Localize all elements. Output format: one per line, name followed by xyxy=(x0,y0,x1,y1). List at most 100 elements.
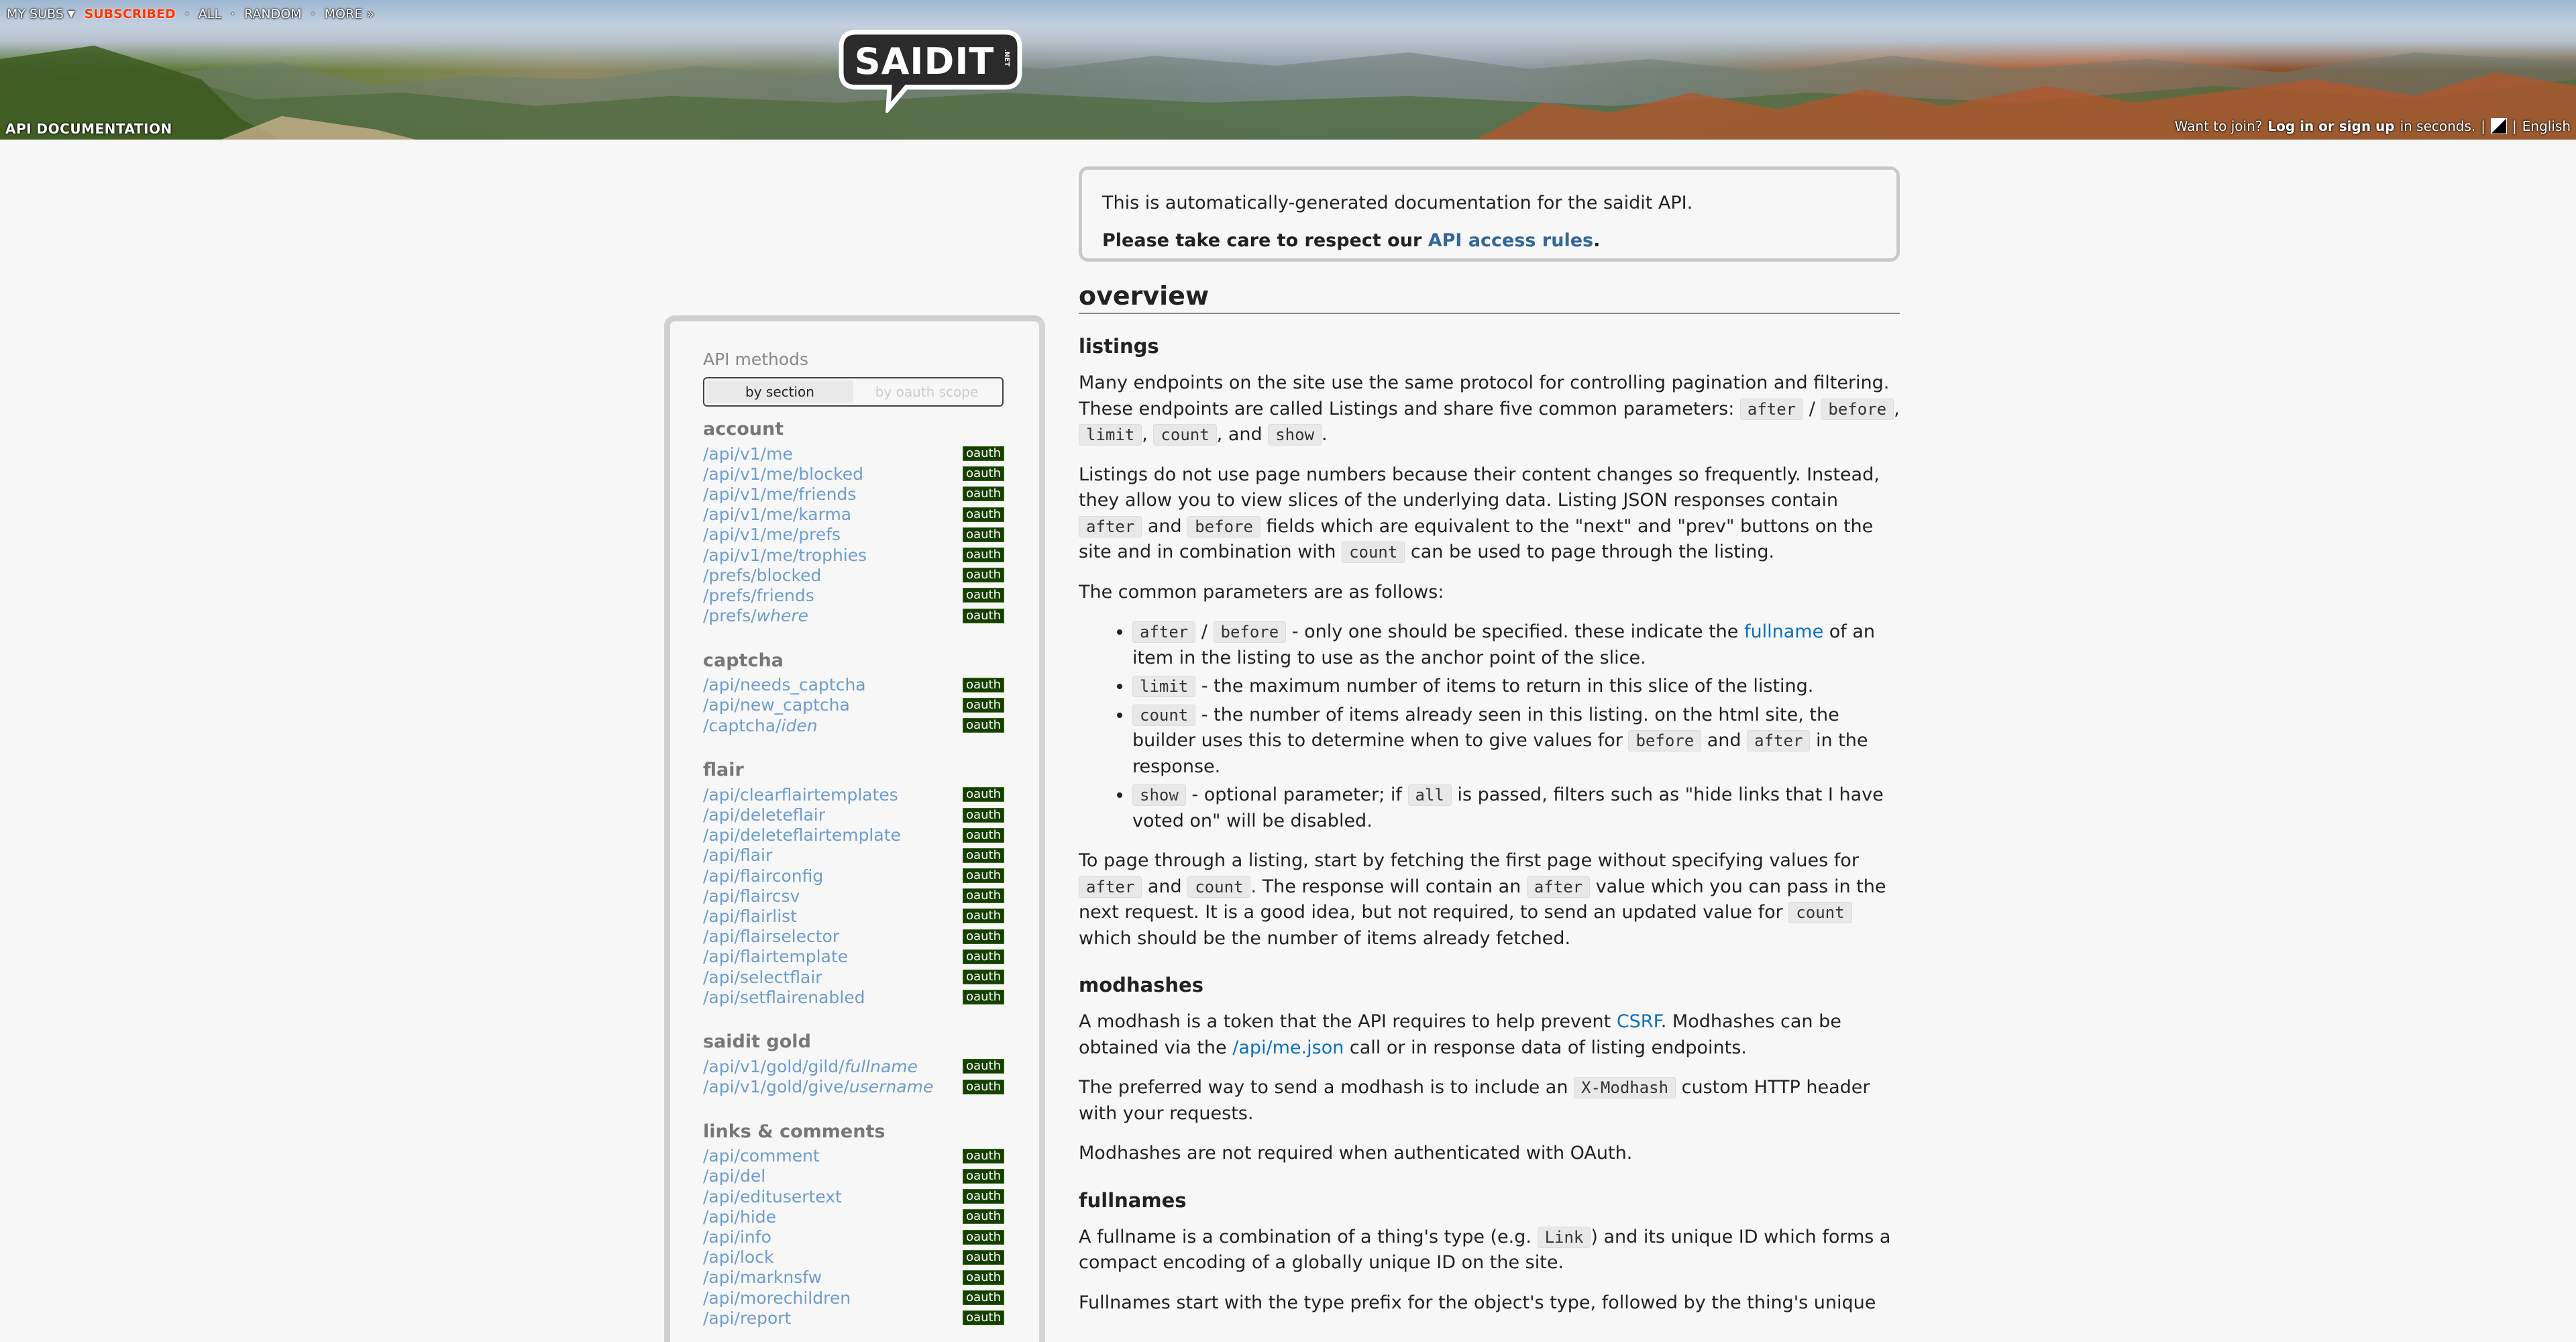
oauth-badge: oauth xyxy=(963,1189,1004,1204)
method-link[interactable]: /api/v1/me xyxy=(703,444,793,464)
method-path: /api/flairconfig xyxy=(703,866,824,886)
saidit-logo[interactable]: SAIDIT .NET xyxy=(836,25,1025,113)
method-row: /prefs/where oauth xyxy=(703,606,1004,626)
method-path: /api/editusertext xyxy=(703,1186,842,1206)
method-link[interactable]: /api/v1/me/friends xyxy=(703,484,856,504)
method-row: /api/comment oauth xyxy=(703,1146,1004,1166)
method-path: /api/v1/gold/gild/ xyxy=(703,1056,845,1076)
by-section-option[interactable]: by section xyxy=(706,380,853,403)
site-header: MY SUBS ▼ SUBSCRIBED · ALL · RANDOM · MO… xyxy=(0,0,2576,140)
method-row: /api/marknsfw oauth xyxy=(703,1268,1004,1288)
method-path: /api/clearflairtemplates xyxy=(703,784,898,805)
method-row: /api/selectflair oauth xyxy=(703,967,1004,987)
method-link[interactable]: /api/v1/me/blocked xyxy=(703,464,863,484)
notice-line-1: This is automatically-generated document… xyxy=(1102,193,1693,213)
method-link[interactable]: /api/selectflair xyxy=(703,968,822,987)
method-path: /api/v1/me/karma xyxy=(703,505,852,525)
method-link[interactable]: /prefs/where xyxy=(703,606,808,625)
method-link[interactable]: /api/flairlist xyxy=(703,907,797,926)
link-fullname[interactable]: fullname xyxy=(1744,621,1823,642)
method-row: /api/morechildren oauth xyxy=(703,1288,1004,1308)
method-row: /api/v1/me/karma oauth xyxy=(703,505,1004,525)
overview-heading: overview xyxy=(1079,279,1900,314)
random-link[interactable]: RANDOM xyxy=(244,7,302,21)
method-link[interactable]: /captcha/iden xyxy=(703,716,818,735)
oauth-badge: oauth xyxy=(963,1290,1004,1306)
my-subs-menu[interactable]: MY SUBS xyxy=(7,7,64,21)
method-link[interactable]: /api/v1/me/prefs xyxy=(703,525,841,544)
method-link[interactable]: /api/setflairenabled xyxy=(703,988,865,1007)
subreddit-bar: MY SUBS ▼ SUBSCRIBED · ALL · RANDOM · MO… xyxy=(7,4,374,24)
method-link[interactable]: /prefs/friends xyxy=(703,586,814,605)
method-link[interactable]: /api/lock xyxy=(703,1247,773,1267)
method-link[interactable]: /api/new_captcha xyxy=(703,695,850,715)
method-path: /api/new_captcha xyxy=(703,695,850,715)
oauth-badge: oauth xyxy=(963,697,1004,713)
oauth-badge: oauth xyxy=(963,486,1004,502)
login-signup-link[interactable]: Log in or sign up xyxy=(2267,118,2394,134)
fullnames-heading: fullnames xyxy=(1079,1188,1187,1212)
by-oauth-scope-option[interactable]: by oauth scope xyxy=(853,380,1000,403)
link-api-me-json[interactable]: /api/me.json xyxy=(1232,1037,1344,1058)
method-link[interactable]: /api/flair xyxy=(703,845,772,865)
method-row: /api/needs_captcha oauth xyxy=(703,675,1004,695)
method-link[interactable]: /api/deleteflair xyxy=(703,805,825,825)
listing-param-item: limit - the maximum number of items to r… xyxy=(1132,674,1900,700)
method-link[interactable]: /api/info xyxy=(703,1227,771,1247)
method-row: /api/v1/me/blocked oauth xyxy=(703,464,1004,484)
theme-toggle-icon[interactable] xyxy=(2491,118,2508,134)
api-notice-box: This is automatically-generated document… xyxy=(1079,166,1900,262)
method-link[interactable]: /api/deleteflairtemplate xyxy=(703,825,901,845)
oauth-badge: oauth xyxy=(963,527,1004,542)
link-csrf[interactable]: CSRF xyxy=(1617,1011,1661,1032)
method-link[interactable]: /api/v1/gold/give/username xyxy=(703,1077,933,1096)
separator: · xyxy=(230,7,235,21)
method-path: /api/flaircsv xyxy=(703,886,800,906)
oauth-badge: oauth xyxy=(963,970,1004,985)
method-link[interactable]: /api/editusertext xyxy=(703,1187,842,1206)
param-code-show: show xyxy=(1132,784,1186,806)
oauth-badge: oauth xyxy=(963,568,1004,583)
api-access-rules-link[interactable]: API access rules xyxy=(1428,230,1593,251)
method-path: /api/v1/me/trophies xyxy=(703,545,867,565)
method-link[interactable]: /api/flairselector xyxy=(703,927,839,946)
method-link[interactable]: /api/del xyxy=(703,1166,765,1186)
method-path: /api/flairselector xyxy=(703,927,840,947)
param-code-before: before xyxy=(1187,515,1260,537)
method-link[interactable]: /api/flairconfig xyxy=(703,866,823,886)
oauth-badge: oauth xyxy=(963,677,1004,692)
method-link[interactable]: /api/flairtemplate xyxy=(703,947,848,966)
chevron-down-icon[interactable]: ▼ xyxy=(68,9,75,19)
method-link[interactable]: /api/comment xyxy=(703,1146,820,1166)
method-link[interactable]: /api/report xyxy=(703,1308,791,1328)
method-row: /api/flairconfig oauth xyxy=(703,866,1004,886)
method-link[interactable]: /api/flaircsv xyxy=(703,886,800,906)
method-link[interactable]: /api/clearflairtemplates xyxy=(703,785,898,805)
method-link[interactable]: /api/marknsfw xyxy=(703,1268,822,1287)
method-section-saidit-gold: saidit gold/api/v1/gold/gild/fullname oau… xyxy=(703,1031,1004,1096)
separator: | xyxy=(2481,118,2486,134)
language-link[interactable]: English xyxy=(2522,118,2571,134)
method-link[interactable]: /api/needs_captcha xyxy=(703,675,866,694)
listings-paragraph-4: To page through a listing, start by fetc… xyxy=(1079,850,1886,949)
method-row: /api/flair oauth xyxy=(703,845,1004,866)
method-link[interactable]: /api/v1/me/trophies xyxy=(703,546,867,565)
more-link[interactable]: MORE » xyxy=(325,7,374,21)
subscribed-link[interactable]: SUBSCRIBED xyxy=(85,7,176,21)
method-link[interactable]: /api/morechildren xyxy=(703,1288,851,1308)
all-link[interactable]: ALL xyxy=(199,7,221,21)
oauth-badge: oauth xyxy=(963,718,1004,733)
modhashes-paragraph-1: A modhash is a token that the API requir… xyxy=(1079,1011,1841,1058)
method-path: /api/info xyxy=(703,1227,771,1247)
method-link[interactable]: /api/v1/gold/gild/fullname xyxy=(703,1057,918,1076)
param-code-after: after xyxy=(1079,876,1142,898)
method-path: /api/flair xyxy=(703,845,773,866)
method-link[interactable]: /prefs/blocked xyxy=(703,566,821,585)
method-link[interactable]: /api/v1/me/karma xyxy=(703,505,851,524)
method-path: /prefs/ xyxy=(703,606,757,626)
method-row: /api/del oauth xyxy=(703,1166,1004,1186)
method-link[interactable]: /api/hide xyxy=(703,1207,776,1227)
method-path: /api/v1/me/blocked xyxy=(703,464,863,484)
method-row: /api/hide oauth xyxy=(703,1206,1004,1227)
logo-suffix: .NET xyxy=(1003,49,1010,66)
